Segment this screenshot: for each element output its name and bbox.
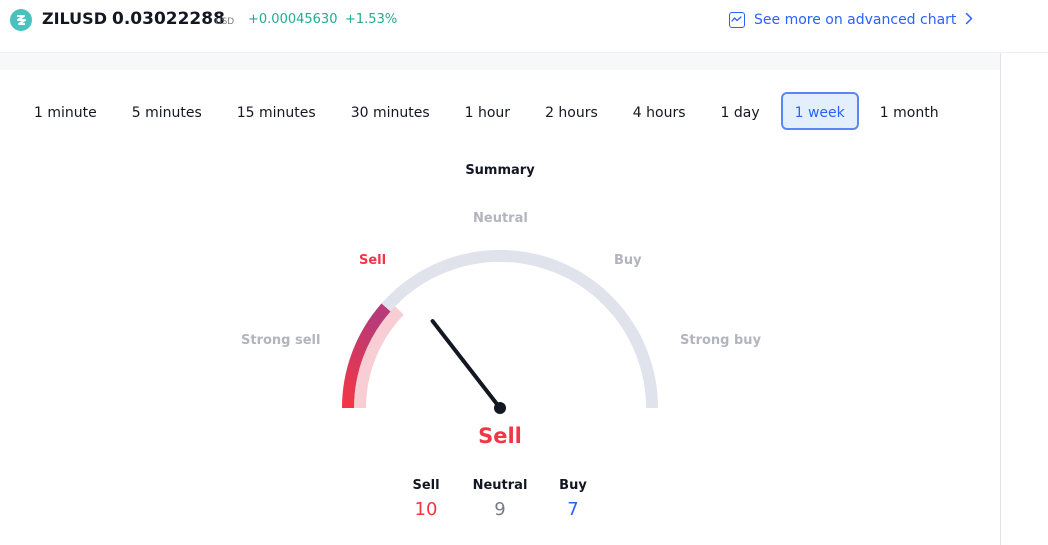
- count-buy: Buy 7: [533, 478, 613, 520]
- summary-result: Sell: [478, 424, 522, 448]
- gauge-label-sell: Sell: [359, 253, 387, 268]
- gauge-label-strong-buy: Strong buy: [680, 333, 762, 348]
- gauge-pivot: [494, 402, 506, 414]
- gauge-track: [342, 250, 658, 409]
- gauge-label-neutral: Neutral: [473, 211, 528, 226]
- gauge-label-buy: Buy: [614, 253, 642, 268]
- gauge-needle: [430, 319, 502, 410]
- count-label-neutral: Neutral: [472, 478, 528, 493]
- count-sell: Sell 10: [386, 478, 466, 520]
- count-neutral: Neutral 9: [460, 478, 540, 520]
- count-value-sell: 10: [414, 499, 438, 520]
- gauge-label-strong-sell: Strong sell: [241, 333, 321, 348]
- count-label-sell: Sell: [412, 478, 440, 493]
- count-label-buy: Buy: [559, 478, 587, 493]
- count-value-buy: 7: [567, 499, 579, 520]
- summary-gauge: [342, 250, 658, 414]
- count-value-neutral: 9: [494, 499, 506, 520]
